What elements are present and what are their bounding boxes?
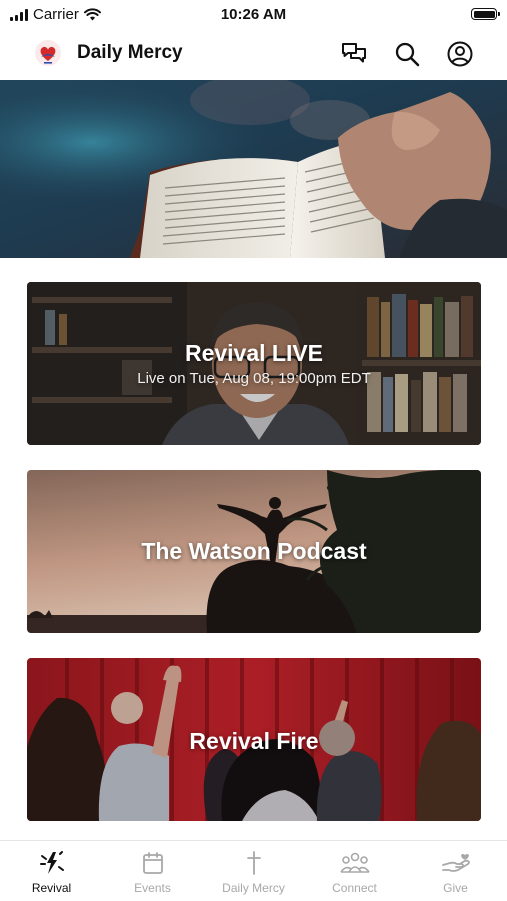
revival-fire-text: Revival Fire bbox=[27, 728, 481, 755]
watson-podcast-card[interactable]: The Watson Podcast bbox=[27, 470, 481, 633]
tab-events[interactable]: Events bbox=[102, 841, 203, 901]
profile-icon bbox=[447, 41, 473, 67]
tab-label: Daily Mercy bbox=[222, 881, 285, 895]
tab-revival[interactable]: Revival bbox=[1, 841, 102, 901]
status-bar: Carrier 10:26 AM bbox=[0, 0, 507, 30]
chat-bubbles-icon bbox=[342, 43, 366, 63]
app-header: Daily Mercy bbox=[0, 30, 507, 78]
open-bible-image bbox=[0, 80, 507, 258]
app-logo[interactable] bbox=[34, 39, 62, 67]
card-title: Revival Fire bbox=[189, 728, 319, 754]
app-title: Daily Mercy bbox=[77, 42, 183, 63]
search-icon bbox=[395, 42, 420, 67]
revival-icon bbox=[39, 851, 64, 874]
tab-label: Connect bbox=[332, 881, 377, 895]
search-button[interactable] bbox=[393, 40, 421, 68]
tab-label: Revival bbox=[31, 881, 72, 895]
tab-give[interactable]: Give bbox=[405, 841, 506, 901]
tab-label: Give bbox=[443, 881, 468, 895]
profile-button[interactable] bbox=[446, 40, 474, 68]
card-title: Revival LIVE bbox=[184, 340, 324, 366]
calendar-icon bbox=[142, 852, 163, 874]
revival-live-text: Revival LIVE Live on Tue, Aug 08, 19:00p… bbox=[27, 340, 481, 387]
battery-icon bbox=[471, 8, 500, 20]
tab-bar: Revival Events Daily Mercy Connect Give bbox=[0, 840, 507, 901]
revival-fire-card[interactable]: Revival Fire bbox=[27, 658, 481, 821]
give-hand-icon bbox=[441, 854, 470, 872]
revival-live-card[interactable]: Revival LIVE Live on Tue, Aug 08, 19:00p… bbox=[27, 282, 481, 445]
card-subtitle: Live on Tue, Aug 08, 19:00pm EDT bbox=[137, 370, 371, 387]
chat-button[interactable] bbox=[340, 40, 368, 68]
card-title: The Watson Podcast bbox=[141, 538, 367, 564]
watson-podcast-text: The Watson Podcast bbox=[27, 538, 481, 565]
status-time: 10:26 AM bbox=[220, 6, 287, 23]
people-icon bbox=[339, 852, 370, 873]
tab-connect[interactable]: Connect bbox=[304, 841, 405, 901]
cross-icon bbox=[246, 851, 261, 875]
hero-banner-image bbox=[0, 80, 507, 258]
tab-daily-mercy[interactable]: Daily Mercy bbox=[203, 841, 304, 901]
tab-label: Events bbox=[134, 881, 171, 895]
